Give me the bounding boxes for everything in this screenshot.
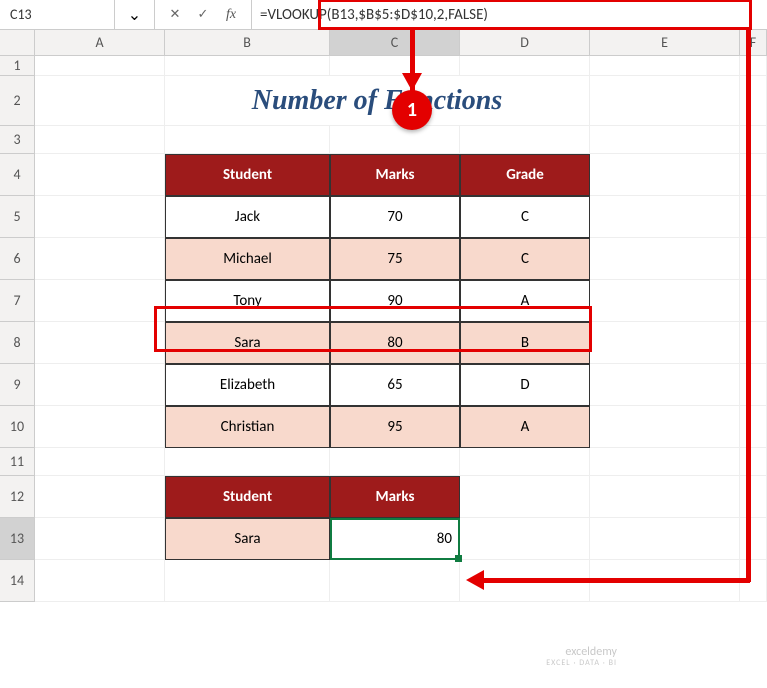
callout-1: 1: [392, 90, 432, 130]
row-header-8[interactable]: 8: [0, 322, 35, 364]
t1-student[interactable]: Christian: [165, 406, 330, 448]
row-header-11[interactable]: 11: [0, 448, 35, 476]
row-header-2[interactable]: 2: [0, 76, 35, 126]
col-header-F[interactable]: F: [740, 30, 767, 56]
col-header-A[interactable]: A: [35, 30, 165, 56]
cancel-icon[interactable]: ✕: [163, 3, 187, 27]
table-row: 9 Elizabeth65D: [0, 364, 767, 406]
row-header-14[interactable]: 14: [0, 560, 35, 602]
formula-input[interactable]: =VLOOKUP(B13,$B$5:$D$10,2,FALSE): [252, 0, 767, 29]
fill-handle[interactable]: [455, 555, 462, 562]
arrow-2-vertical: [746, 30, 751, 582]
row-header-5[interactable]: 5: [0, 196, 35, 238]
row-header-7[interactable]: 7: [0, 280, 35, 322]
t1-marks[interactable]: 70: [330, 196, 460, 238]
t1-header-student[interactable]: Student: [165, 154, 330, 196]
t1-marks[interactable]: 95: [330, 406, 460, 448]
col-header-C[interactable]: C: [330, 30, 460, 56]
t1-header-marks[interactable]: Marks: [330, 154, 460, 196]
table-row: 7 Tony90A: [0, 280, 767, 322]
t1-grade[interactable]: A: [460, 280, 590, 322]
t1-student[interactable]: Sara: [165, 322, 330, 364]
t1-student[interactable]: Tony: [165, 280, 330, 322]
row-1: 1: [0, 56, 767, 76]
row-header-9[interactable]: 9: [0, 364, 35, 406]
t2-header-student[interactable]: Student: [165, 476, 330, 518]
row-header-1[interactable]: 1: [0, 56, 35, 76]
row-12: 12 Student Marks: [0, 476, 767, 518]
col-header-E[interactable]: E: [590, 30, 740, 56]
t1-header-grade[interactable]: Grade: [460, 154, 590, 196]
formula-controls: ✕ ✓ fx: [155, 0, 252, 29]
watermark: exceldemy EXCEL · DATA · BI: [546, 646, 617, 668]
select-all-corner[interactable]: [0, 30, 35, 56]
row-header-12[interactable]: 12: [0, 476, 35, 518]
page-title: Number of Functions: [165, 76, 590, 126]
row-header-4[interactable]: 4: [0, 154, 35, 196]
row-header-3[interactable]: 3: [0, 126, 35, 154]
column-headers-row: A B C D E F: [0, 30, 767, 56]
t2-student[interactable]: Sara: [165, 518, 330, 560]
confirm-icon[interactable]: ✓: [191, 3, 215, 27]
arrow-2-head: [466, 570, 484, 590]
col-header-D[interactable]: D: [460, 30, 590, 56]
t2-header-marks[interactable]: Marks: [330, 476, 460, 518]
t1-student[interactable]: Jack: [165, 196, 330, 238]
t2-marks-selected[interactable]: 80: [330, 518, 460, 560]
table-row: 5 Jack70C: [0, 196, 767, 238]
row-header-13[interactable]: 13: [0, 518, 35, 560]
t1-grade[interactable]: A: [460, 406, 590, 448]
col-header-B[interactable]: B: [165, 30, 330, 56]
row-13: 13 Sara 80: [0, 518, 767, 560]
t1-grade[interactable]: B: [460, 322, 590, 364]
t1-marks[interactable]: 75: [330, 238, 460, 280]
t1-grade[interactable]: C: [460, 238, 590, 280]
t1-marks[interactable]: 65: [330, 364, 460, 406]
t1-grade[interactable]: C: [460, 196, 590, 238]
fx-icon[interactable]: fx: [219, 3, 243, 27]
cell-A1[interactable]: [35, 56, 165, 76]
table-row: 8 Sara80B: [0, 322, 767, 364]
t1-marks[interactable]: 80: [330, 322, 460, 364]
t1-marks[interactable]: 90: [330, 280, 460, 322]
row-header-6[interactable]: 6: [0, 238, 35, 280]
t1-grade[interactable]: D: [460, 364, 590, 406]
formula-bar: C13 ⌄ ✕ ✓ fx =VLOOKUP(B13,$B$5:$D$10,2,F…: [0, 0, 767, 30]
row-header-10[interactable]: 10: [0, 406, 35, 448]
table-row: 6 Michael75C: [0, 238, 767, 280]
table-row: 10 Christian95A: [0, 406, 767, 448]
row-3: 3: [0, 126, 767, 154]
row-2: 2 Number of Functions: [0, 76, 767, 126]
name-box[interactable]: C13: [0, 0, 115, 29]
t1-student[interactable]: Michael: [165, 238, 330, 280]
arrow-1-head: [402, 73, 422, 91]
row-11: 11: [0, 448, 767, 476]
watermark-tagline: EXCEL · DATA · BI: [546, 659, 617, 668]
name-box-dropdown[interactable]: ⌄: [115, 0, 155, 29]
t1-student[interactable]: Elizabeth: [165, 364, 330, 406]
arrow-2-horizontal: [482, 578, 750, 583]
row-4: 4 Student Marks Grade: [0, 154, 767, 196]
